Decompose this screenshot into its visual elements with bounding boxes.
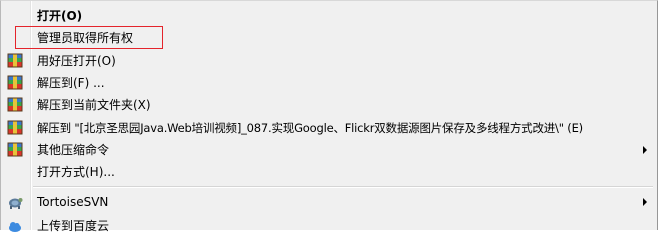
menu-item-upload-baidu-cloud[interactable]: 上传到百度云 [3,215,655,237]
haozip-archive-icon [7,120,23,136]
submenu-arrow-icon [643,146,647,154]
menu-item-open-label: 打开(O) [37,9,83,23]
menu-item-other-compress-commands[interactable]: 其他压缩命令 [3,139,655,161]
menu-item-extract-to-label: 解压到(F) ... [37,76,105,90]
menu-item-extract-here-label: 解压到当前文件夹(X) [37,98,151,112]
red-highlight-box [15,26,163,49]
haozip-archive-icon [7,142,23,158]
menu-item-open-with-label: 打开方式(H)... [37,165,115,179]
menu-item-extract-here[interactable]: 解压到当前文件夹(X) [3,94,655,116]
menu-item-open-with-haozip-label: 用好压打开(O) [37,54,116,68]
menu-item-other-compress-commands-label: 其他压缩命令 [37,143,110,157]
tortoisesvn-icon [7,194,23,210]
haozip-archive-icon [7,53,23,69]
menu-separator [33,186,653,188]
menu-item-tortoisesvn-label: TortoiseSVN [37,195,109,209]
baidu-cloud-icon [7,218,23,234]
menu-item-open[interactable]: 打开(O) [3,5,655,27]
menu-item-open-with-haozip[interactable]: 用好压打开(O) [3,50,655,72]
menu-item-open-with[interactable]: 打开方式(H)... [3,161,655,183]
menu-item-upload-baidu-cloud-label: 上传到百度云 [37,219,110,233]
submenu-arrow-icon [643,198,647,206]
menu-item-extract-to-folder-label: 解压到 "[北京圣思园Java.Web培训视频]_087.实现Google、Fl… [37,121,583,135]
context-menu: 打开(O) 管理员取得所有权 用好压打开(O) 解压到(F) ... 解压到当前… [0,0,658,233]
haozip-archive-icon [7,75,23,91]
haozip-archive-icon [7,97,23,113]
menu-item-extract-to[interactable]: 解压到(F) ... [3,72,655,94]
menu-item-tortoisesvn[interactable]: TortoiseSVN [3,191,655,213]
menu-item-extract-to-folder[interactable]: 解压到 "[北京圣思园Java.Web培训视频]_087.实现Google、Fl… [3,117,655,139]
